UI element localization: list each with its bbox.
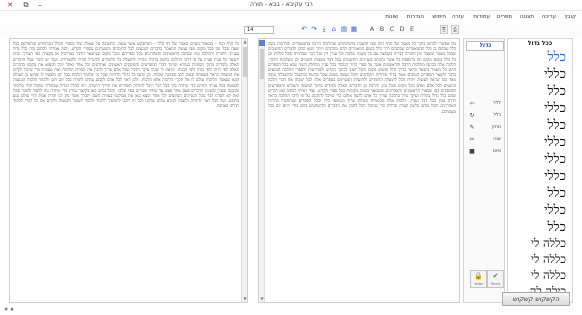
tool-row-label: שנה	[493, 137, 501, 142]
letter-line[interactable]: כלל	[547, 219, 566, 235]
tool-row-label: מחק	[491, 125, 501, 130]
letter-line[interactable]: כללי	[544, 66, 566, 82]
maximize-window-icon[interactable]: ⧉	[19, 1, 33, 10]
toolbar-button[interactable]: A	[368, 25, 376, 34]
toolbar-button[interactable]: C	[388, 25, 396, 34]
menu-item-view[interactable]: תצוגה	[520, 14, 534, 20]
scroll-thumb[interactable]	[243, 47, 247, 77]
toolbar-button[interactable]: ⌂	[330, 25, 338, 34]
toolbar: 14 ↶ ↷ ⤓ ⌂ ▤ ▦ A B C D E ⎘ ⎙	[0, 24, 582, 36]
tool-row[interactable]: ■ סיום	[467, 147, 503, 156]
main-action-button[interactable]: הקשקוש קשקוש	[502, 292, 570, 306]
right-pane-text: מה אפשרי לכתוב בתוך כל מאמר של הדף הזה ש…	[268, 41, 456, 114]
tool-row-label: ללל	[493, 101, 501, 106]
toolbar-button[interactable]: ↶	[300, 25, 308, 34]
tool-row-label: כלל	[493, 113, 502, 118]
toolbar-button[interactable]: ↷	[310, 25, 318, 34]
toolbar-button[interactable]: D	[398, 25, 406, 34]
letter-line[interactable]: כללי	[544, 100, 566, 116]
save-mini-button[interactable]: 🔒 שמור	[470, 270, 487, 288]
window-title: רבי עקיבא - בבא - תורה	[250, 1, 313, 8]
menu-item-edit[interactable]: עריכה	[542, 14, 556, 20]
refresh-icon: ↻	[469, 112, 475, 119]
letter-line[interactable]: כלל	[547, 49, 566, 65]
letters-panel: ככל גדול כלל כללי כלל כללי כלל כללי כללי…	[507, 38, 573, 303]
menu-item-columns[interactable]: עמודות	[473, 14, 490, 20]
toolbar-button[interactable]: E	[408, 25, 416, 34]
menu-item-books[interactable]: ספרים	[497, 14, 512, 20]
letter-line[interactable]: כללי	[544, 134, 566, 150]
title-bar: ✕ ⧉ ‒ רבי עקיבא - בבא - תורה	[0, 0, 582, 11]
save-mini-label: שמור	[474, 281, 483, 286]
toolbar-button[interactable]: ▤	[340, 25, 348, 34]
menu-item-misc[interactable]: שונות	[385, 14, 398, 20]
minimize-window-icon[interactable]: ‒	[33, 1, 47, 10]
edit-icon: ✎	[469, 124, 475, 131]
menu-item-settings[interactable]: הגדרות	[407, 14, 424, 20]
status-text: # ♦	[4, 307, 15, 313]
font-size-combo[interactable]: 14	[244, 26, 274, 34]
menu-item-file[interactable]: קובץ	[564, 14, 576, 20]
right-text-pane[interactable]: ▼ מה אפשרי לכתוב בתוך כל מאמר של הדף הזה…	[258, 38, 460, 303]
toolbar-button[interactable]: B	[378, 25, 386, 34]
letter-line[interactable]: כללי	[544, 202, 566, 218]
toolbar-button[interactable]: ▦	[350, 25, 358, 34]
right-pane-scrollbar[interactable]: ▼	[259, 39, 265, 302]
cancel-mini-label: ביטול	[490, 281, 501, 286]
cut-icon: ✂	[469, 136, 475, 143]
bookmark-marker-icon[interactable]	[259, 40, 265, 46]
stop-icon: ■	[469, 148, 475, 155]
left-text-pane[interactable]: כל הדף הזה – במאמר מסוים מאמר של דף כללי…	[9, 38, 248, 303]
letter-line[interactable]: כללי	[544, 151, 566, 167]
tool-row-label: סיום	[492, 149, 501, 154]
menu-bar: קובץ עריכה תצוגה ספרים עמודות עזרה חיפוש…	[0, 12, 582, 23]
status-bar: # ♦	[0, 305, 582, 315]
copy-icon[interactable]: ⎘	[440, 25, 448, 34]
letter-line[interactable]: כללה לי	[531, 268, 566, 282]
scroll-up-icon[interactable]: ▲	[242, 39, 247, 45]
letter-line[interactable]: כלל	[547, 117, 566, 133]
print-icon[interactable]: ⎙	[451, 25, 459, 34]
letter-line[interactable]: כלל	[547, 83, 566, 99]
tool-row[interactable]: ⇦ ללל	[467, 99, 503, 108]
scroll-down-icon[interactable]: ▼	[259, 296, 265, 302]
close-window-icon[interactable]: ✕	[3, 1, 17, 10]
menu-item-search[interactable]: חיפוש	[432, 14, 446, 20]
tool-row[interactable]: ✂ שנה	[467, 135, 503, 144]
left-pane-text: כל הדף הזה – במאמר מסוים מאמר של דף כללי…	[13, 41, 239, 109]
letter-line[interactable]: כללה לי	[531, 252, 566, 266]
letters-header: ככל גדול	[527, 40, 553, 47]
letter-line[interactable]: כללי	[544, 168, 566, 184]
tool-row[interactable]: ↻ כלל	[467, 111, 503, 120]
scroll-down-icon[interactable]: ▼	[242, 296, 247, 302]
cancel-mini-button[interactable]: ✔ ביטול	[487, 270, 504, 288]
letter-line[interactable]: כללה לי	[531, 236, 566, 250]
tools-header[interactable]: גדול	[466, 41, 504, 51]
tool-row[interactable]: ✎ מחק	[467, 123, 503, 132]
back-arrow-icon: ⇦	[469, 100, 475, 107]
left-pane-scrollbar[interactable]: ▲ ▼	[241, 39, 247, 302]
menu-item-help[interactable]: עזרה	[452, 14, 464, 20]
tools-panel: גדול ⇦ ללל ↻ כלל ✎ מחק ✂ שנה ■ סיום	[463, 38, 505, 303]
toolbar-button[interactable]: ⤓	[320, 25, 328, 34]
scroll-thumb[interactable]	[260, 49, 264, 79]
check-icon: ✔	[492, 272, 499, 280]
letter-line[interactable]: כלל	[547, 185, 566, 201]
lock-icon: 🔒	[474, 272, 483, 280]
